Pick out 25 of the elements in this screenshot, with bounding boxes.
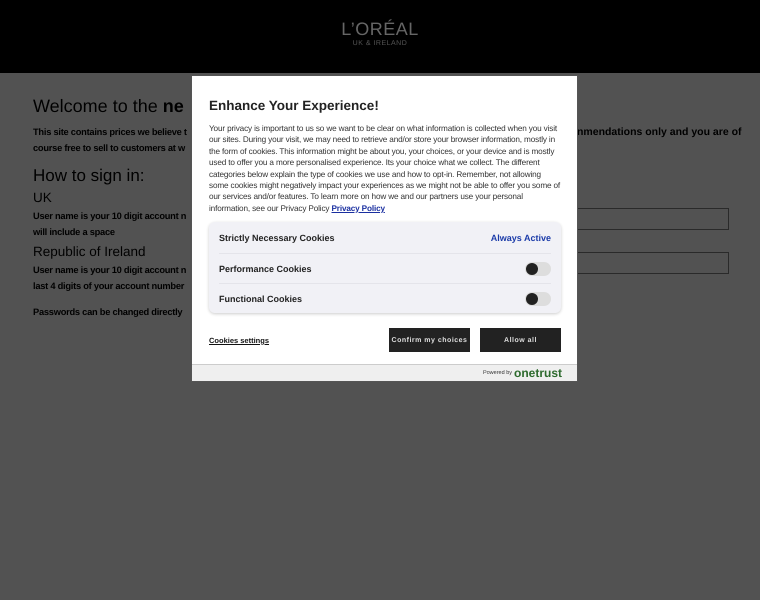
note-text: Passwords can be changed directly	[33, 306, 184, 319]
privacy-text: Your privacy is important to us so we want to be clear on what information is collected when you visit our sites. During your visit, we may need to retrieve and/or store your browser information, mostly in the form of cookies. This information might be about you, your choices, or your device and is mostly used to offer you a more personalised experience. Its your choice what we collect. The different categories below explain the type of cookies we use and how to opt-in. Remember, not allowing some cookies might negatively impact your experiences as we might not be able to offer you some of our services and/or features. To learn more on how we and our partners use your personal information, see our Privacy Policy Privacy Policy	[209, 123, 561, 214]
intro-text: This site contains prices we believe t	[33, 126, 188, 139]
status-text: Always Active	[490, 232, 551, 243]
intro-text: nmendations only and you are of	[577, 125, 742, 140]
intro-text: course free to sell to customers at w	[33, 142, 186, 155]
onetrust-logo: onetrust	[514, 367, 562, 380]
instruction-text: User name is your 10 digit account n	[33, 264, 188, 277]
input-field[interactable]	[577, 252, 729, 274]
brand-logo[interactable]: L’ORÉAL	[341, 20, 419, 38]
region-heading: Republic of Ireland	[33, 244, 147, 259]
category-label: Functional Cookies	[219, 294, 302, 304]
region-heading: UK	[33, 190, 53, 205]
privacy-policy-link[interactable]: Privacy Policy	[331, 204, 385, 213]
section-heading: How to sign in:	[33, 166, 146, 186]
instruction-text: last 4 digits of your account number	[33, 280, 186, 293]
toggle-switch[interactable]	[525, 292, 551, 306]
dialog-title: Enhance Your Experience!	[209, 98, 380, 113]
input-field[interactable]	[577, 208, 729, 230]
category-label: Performance Cookies	[219, 264, 312, 274]
instruction-text: will include a space	[33, 226, 116, 239]
instruction-text: User name is your 10 digit account n	[33, 210, 188, 223]
category-label: Strictly Necessary Cookies	[219, 232, 335, 243]
page-heading: Welcome to the ne	[33, 96, 185, 117]
toggle-switch[interactable]	[525, 262, 551, 276]
